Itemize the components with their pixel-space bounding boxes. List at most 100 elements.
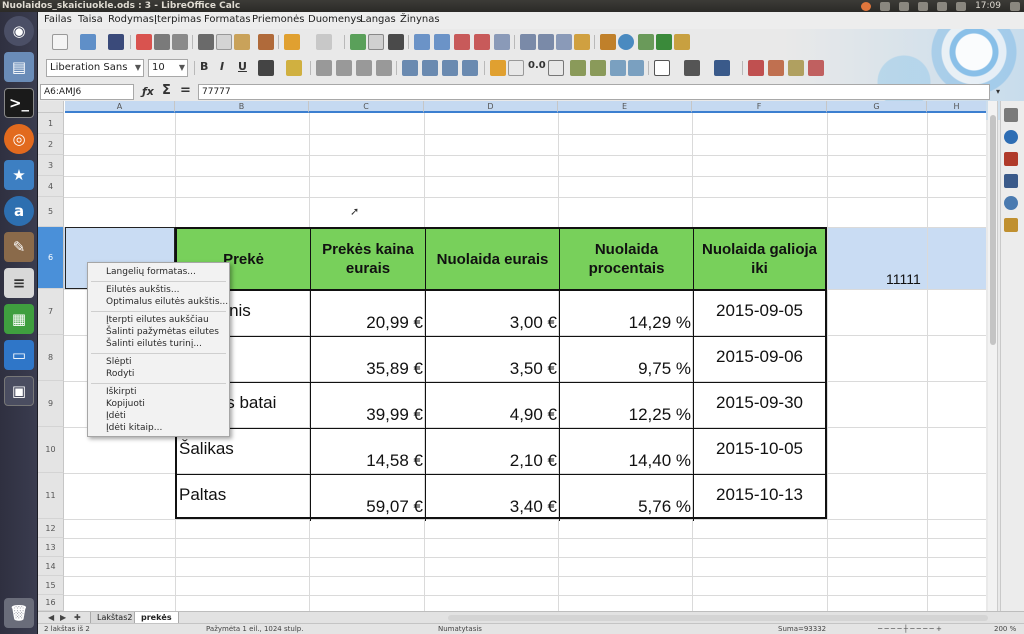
row-header[interactable]: 16	[38, 595, 64, 611]
highlight-icon[interactable]	[286, 60, 302, 76]
align-center-icon[interactable]	[336, 60, 352, 76]
workspace-switcher-icon[interactable]: ▣	[4, 376, 34, 406]
copy-icon[interactable]	[216, 34, 232, 50]
table-cell-valid-until[interactable]: 2015-09-30	[694, 383, 825, 429]
align-top-icon[interactable]	[442, 60, 458, 76]
row-header[interactable]: 11	[38, 473, 64, 519]
insert-chart-icon[interactable]	[618, 34, 634, 50]
justify-icon[interactable]	[376, 60, 392, 76]
expand-formula-icon[interactable]: ▾	[996, 87, 1000, 96]
header-cell-discount-eur[interactable]: Nuolaida eurais	[426, 229, 560, 291]
row-header[interactable]: 15	[38, 576, 64, 595]
align-bottom-icon[interactable]	[462, 60, 478, 76]
calc-icon[interactable]: ▦	[4, 304, 34, 334]
sort-icon[interactable]	[556, 34, 572, 50]
menu-edit[interactable]: Taisa	[78, 14, 103, 25]
row-header[interactable]: 8	[38, 335, 64, 381]
remove-decimal-icon[interactable]	[590, 60, 606, 76]
menu-item-insert-rows-above[interactable]: Įterpti eilutes aukščiau	[106, 315, 209, 325]
firefox-icon[interactable]: ◎	[4, 124, 34, 154]
cut-icon[interactable]	[198, 34, 214, 50]
function-wizard-icon[interactable]: ƒx	[142, 85, 154, 98]
row-insert-icon[interactable]	[414, 34, 430, 50]
table-cell-item[interactable]: Paltas	[177, 475, 311, 521]
spellcheck-icon[interactable]	[350, 34, 366, 50]
menu-file[interactable]: Failas	[44, 14, 72, 25]
menu-item-cut[interactable]: Iškirpti	[106, 387, 137, 397]
row-header[interactable]: 12	[38, 519, 64, 538]
table-cell-valid-until[interactable]: 2015-09-06	[694, 337, 825, 383]
special-character-icon[interactable]	[656, 34, 672, 50]
percent-format-icon[interactable]	[508, 60, 524, 76]
paste-icon[interactable]	[234, 34, 250, 50]
function-icon[interactable]: =	[180, 83, 191, 98]
bold-icon[interactable]: B	[200, 60, 208, 73]
wrap-text-icon[interactable]	[402, 60, 418, 76]
header-cell-valid-until[interactable]: Nuolaida galioja iki	[694, 229, 825, 291]
menu-data[interactable]: Duomenys	[308, 14, 362, 25]
functions-icon[interactable]	[1004, 218, 1018, 232]
sidebar-menu-icon[interactable]	[1004, 108, 1018, 122]
menu-item-delete-selected-rows[interactable]: Šalinti pažymėtas eilutes	[106, 327, 219, 337]
horizontal-scrollbar[interactable]	[448, 615, 988, 621]
menu-help[interactable]: Žinynas	[400, 14, 440, 25]
zoom-level[interactable]: 200 %	[994, 625, 1016, 633]
network-icon[interactable]	[899, 1, 910, 11]
menu-view[interactable]: Rodymas	[108, 14, 154, 25]
status-page-style[interactable]: Numatytasis	[438, 625, 482, 633]
menu-item-paste-special[interactable]: Įdėti kitaip...	[106, 423, 162, 433]
row-header[interactable]: 7	[38, 289, 64, 335]
menu-item-hide[interactable]: Slėpti	[106, 357, 132, 367]
font-name-combo[interactable]: Liberation Sans ▼	[46, 59, 144, 77]
table-cell-valid-until[interactable]: 2015-10-13	[694, 475, 825, 521]
underline-icon[interactable]: U	[238, 60, 247, 73]
update-icon[interactable]	[861, 1, 872, 11]
italic-icon[interactable]: I	[220, 60, 224, 73]
table-cell-price[interactable]: 59,07 €	[311, 475, 426, 521]
decrease-indent-icon[interactable]	[628, 60, 644, 76]
vertical-scrollbar[interactable]	[988, 101, 998, 611]
row-header[interactable]: 2	[38, 134, 64, 155]
menu-item-clear-row-contents[interactable]: Šalinti eilutės turinį...	[106, 339, 202, 349]
font-size-combo[interactable]: 10 ▼	[148, 59, 188, 77]
print-preview-icon[interactable]	[172, 34, 188, 50]
column-header-f[interactable]: F	[692, 101, 827, 113]
workspace-icon[interactable]: ▭	[4, 340, 34, 370]
font-color-icon[interactable]	[258, 60, 274, 76]
align-right-icon[interactable]	[356, 60, 372, 76]
status-sum[interactable]: Suma=93332	[778, 625, 826, 633]
cell-g6[interactable]: 11111	[886, 271, 921, 287]
files-icon[interactable]: ▤	[4, 52, 34, 82]
icon-set-icon[interactable]	[808, 60, 824, 76]
menu-tools[interactable]: Priemonės	[252, 14, 304, 25]
menu-item-optimal-row-height[interactable]: Optimalus eilutės aukštis...	[106, 297, 228, 307]
row-header[interactable]: 9	[38, 381, 64, 427]
volume-icon[interactable]	[956, 1, 967, 11]
table-cell-price[interactable]: 35,89 €	[311, 337, 426, 383]
row-header[interactable]: 3	[38, 155, 64, 176]
open-icon[interactable]	[80, 34, 96, 50]
table-cell-discount-eur[interactable]: 3,40 €	[426, 475, 560, 521]
header-cell-price[interactable]: Prekės kaina eurais	[311, 229, 426, 291]
hyperlink-icon[interactable]	[674, 34, 690, 50]
undo-icon[interactable]	[284, 34, 300, 50]
table-cell-discount-percent[interactable]: 14,40 %	[560, 429, 694, 475]
name-box[interactable]: A6:AMJ6	[40, 84, 134, 100]
table-cell-discount-eur[interactable]: 3,50 €	[426, 337, 560, 383]
column-insert-icon[interactable]	[434, 34, 450, 50]
chevron-down-icon[interactable]: ▼	[179, 60, 185, 76]
table-cell-valid-until[interactable]: 2015-09-05	[694, 291, 825, 337]
power-icon[interactable]	[1010, 1, 1020, 11]
table-cell-discount-eur[interactable]: 2,10 €	[426, 429, 560, 475]
clock[interactable]: 17:09	[975, 0, 1001, 12]
menu-item-paste[interactable]: Įdėti	[106, 411, 126, 421]
navigator-icon[interactable]	[1004, 196, 1018, 210]
column-delete-icon[interactable]	[474, 34, 490, 50]
menu-item-row-height[interactable]: Eilutės aukštis...	[106, 285, 179, 295]
column-header-e[interactable]: E	[558, 101, 692, 113]
pivot-table-icon[interactable]	[638, 34, 654, 50]
table-cell-discount-eur[interactable]: 4,90 €	[426, 383, 560, 429]
autofilter-icon[interactable]	[574, 34, 590, 50]
terminal-icon[interactable]: >_	[4, 88, 34, 118]
column-header-h[interactable]: H	[927, 101, 986, 113]
